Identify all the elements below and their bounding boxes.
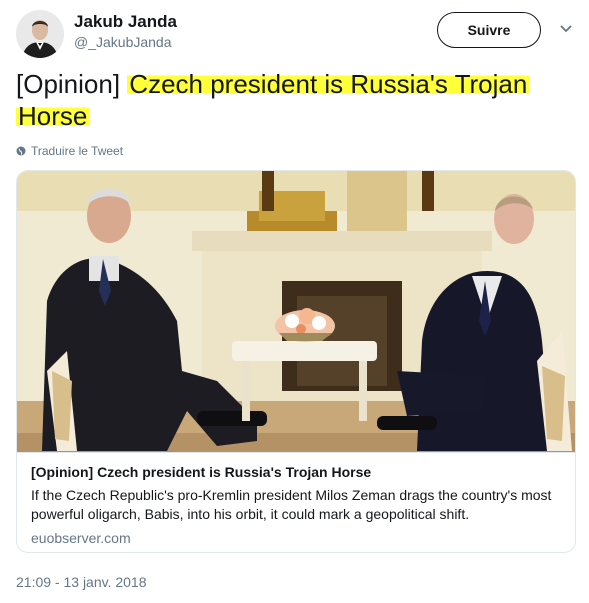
tweet-text-highlight: Horse — [16, 101, 90, 131]
tweet-text-prefix: [Opinion] — [16, 69, 128, 99]
tweet-timestamp[interactable]: 21:09 - 13 janv. 2018 — [16, 574, 147, 590]
translate-tweet-link[interactable]: Traduire le Tweet — [16, 144, 123, 158]
card-domain: euobserver.com — [31, 530, 131, 546]
card-description: If the Czech Republic's pro-Kremlin pres… — [31, 487, 552, 522]
avatar-photo-icon — [16, 10, 64, 58]
link-card[interactable]: [Opinion] Czech president is Russia's Tr… — [16, 170, 576, 553]
display-name[interactable]: Jakub Janda — [74, 12, 177, 32]
follow-button[interactable]: Suivre — [437, 12, 541, 48]
card-image — [17, 171, 575, 452]
tweet-header: Jakub Janda @_JakubJanda Suivre — [16, 10, 576, 58]
user-handle[interactable]: @_JakubJanda — [74, 34, 172, 50]
avatar[interactable] — [16, 10, 64, 58]
card-body[interactable]: [Opinion] Czech president is Russia's Tr… — [17, 452, 575, 552]
tweet-text: [Opinion] Czech president is Russia's Tr… — [16, 68, 576, 132]
card-title[interactable]: [Opinion] Czech president is Russia's Tr… — [31, 464, 563, 480]
globe-icon — [16, 146, 26, 156]
translate-label[interactable]: Traduire le Tweet — [31, 144, 123, 158]
chevron-down-icon[interactable] — [559, 24, 573, 34]
tweet-text-highlight: Czech president is Russia's Trojan — [127, 69, 530, 99]
